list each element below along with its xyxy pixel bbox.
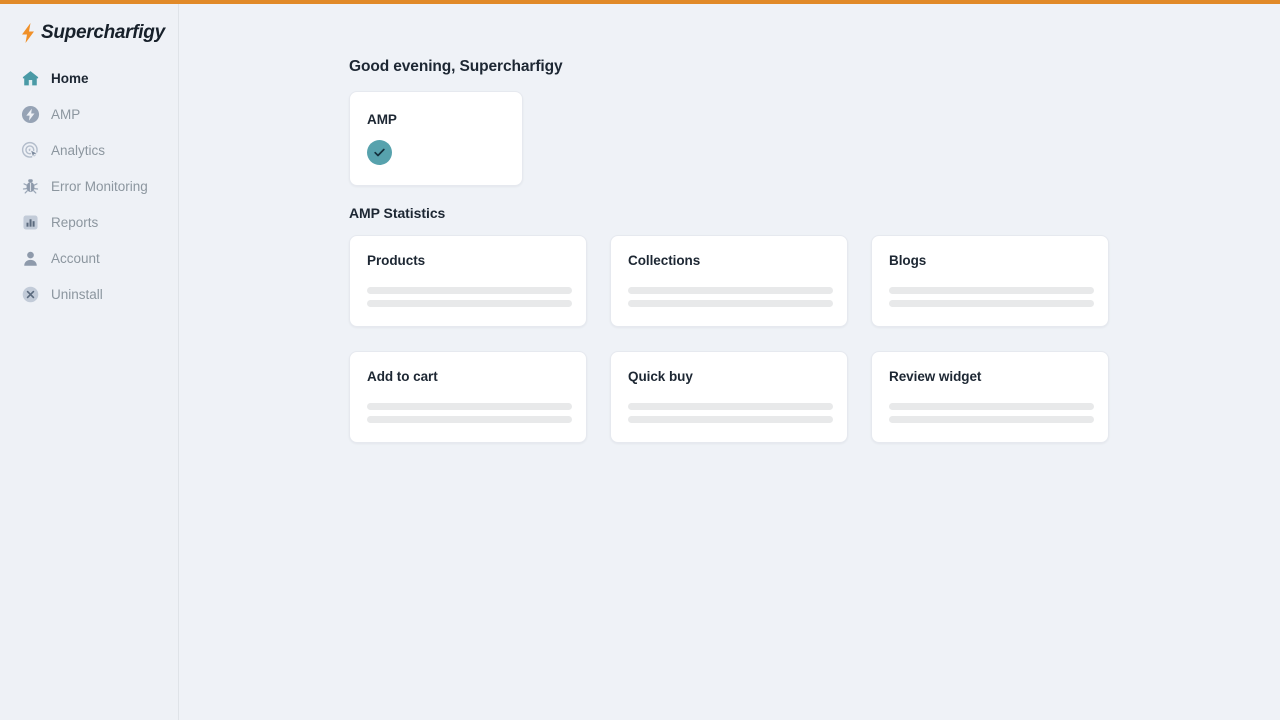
brand-logo[interactable]: Supercharfigy xyxy=(0,4,178,48)
skeleton-bar xyxy=(628,300,833,307)
skeleton-bar xyxy=(628,287,833,294)
loading-skeleton xyxy=(889,287,1094,307)
loading-skeleton xyxy=(367,287,572,307)
sidebar-item-label: Reports xyxy=(51,214,99,230)
loading-skeleton xyxy=(367,403,572,423)
bar-chart-icon xyxy=(20,212,40,232)
stat-card-title: Add to cart xyxy=(367,369,438,384)
skeleton-bar xyxy=(367,416,572,423)
sidebar-item-uninstall[interactable]: Uninstall xyxy=(0,276,178,312)
stat-card-products[interactable]: Products xyxy=(349,235,587,327)
sidebar-item-amp[interactable]: AMP xyxy=(0,96,178,132)
bug-icon xyxy=(20,176,40,196)
skeleton-bar xyxy=(889,300,1094,307)
stat-card-add-to-cart[interactable]: Add to cart xyxy=(349,351,587,443)
analytics-icon xyxy=(20,140,40,160)
user-icon xyxy=(20,248,40,268)
stat-card-quick-buy[interactable]: Quick buy xyxy=(610,351,848,443)
sidebar-item-account[interactable]: Account xyxy=(0,240,178,276)
page-title: Good evening, Supercharfigy xyxy=(349,58,563,75)
stat-card-title: Blogs xyxy=(889,253,927,268)
check-circle-icon xyxy=(367,140,392,165)
loading-skeleton xyxy=(889,403,1094,423)
skeleton-bar xyxy=(367,403,572,410)
skeleton-bar xyxy=(628,403,833,410)
sidebar-nav: Home AMP Analytics Error Monitoring Repo… xyxy=(0,60,178,312)
amp-status-card-title: AMP xyxy=(367,112,397,127)
brand-name: Supercharfigy xyxy=(41,21,165,43)
stat-card-blogs[interactable]: Blogs xyxy=(871,235,1109,327)
loading-skeleton xyxy=(628,403,833,423)
close-circle-icon xyxy=(20,284,40,304)
stat-card-title: Collections xyxy=(628,253,701,268)
sidebar-item-error-monitoring[interactable]: Error Monitoring xyxy=(0,168,178,204)
sidebar-item-reports[interactable]: Reports xyxy=(0,204,178,240)
skeleton-bar xyxy=(367,287,572,294)
sidebar-item-home[interactable]: Home xyxy=(0,60,178,96)
sidebar-item-label: Analytics xyxy=(51,142,106,158)
loading-skeleton xyxy=(628,287,833,307)
stat-card-review-widget[interactable]: Review widget xyxy=(871,351,1109,443)
skeleton-bar xyxy=(889,403,1094,410)
stat-card-title: Review widget xyxy=(889,369,982,384)
skeleton-bar xyxy=(889,416,1094,423)
sidebar-item-label: Home xyxy=(51,70,89,86)
amp-status-card[interactable]: AMP xyxy=(349,91,523,186)
amp-bolt-icon xyxy=(20,104,40,124)
home-icon xyxy=(20,68,40,88)
sidebar: Supercharfigy Home AMP Analytics Error M… xyxy=(0,4,179,720)
sidebar-item-label: AMP xyxy=(51,106,81,122)
statistics-section-title: AMP Statistics xyxy=(349,205,446,221)
lightning-bolt-icon xyxy=(22,22,34,43)
stat-card-title: Products xyxy=(367,253,426,268)
sidebar-item-analytics[interactable]: Analytics xyxy=(0,132,178,168)
skeleton-bar xyxy=(367,300,572,307)
sidebar-item-label: Error Monitoring xyxy=(51,178,148,194)
statistics-grid: Products Collections Blogs Add to cart Q… xyxy=(349,235,1110,443)
skeleton-bar xyxy=(628,416,833,423)
app-shell: Supercharfigy Home AMP Analytics Error M… xyxy=(0,4,1280,720)
sidebar-item-label: Account xyxy=(51,250,100,266)
stat-card-title: Quick buy xyxy=(628,369,693,384)
stat-card-collections[interactable]: Collections xyxy=(610,235,848,327)
main-content: Good evening, Supercharfigy AMP AMP Stat… xyxy=(179,4,1280,720)
sidebar-item-label: Uninstall xyxy=(51,286,103,302)
top-accent-bar xyxy=(0,0,1280,4)
skeleton-bar xyxy=(889,287,1094,294)
